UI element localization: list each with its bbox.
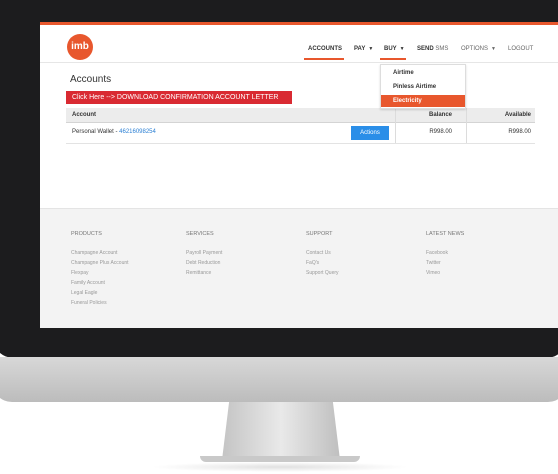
available-value: R998.00	[508, 129, 531, 135]
header-balance: Balance	[428, 112, 452, 118]
nav-logout[interactable]: LOGOUT	[508, 46, 533, 52]
footer-link[interactable]: Payroll Payment	[186, 248, 222, 258]
monitor-stand	[222, 402, 340, 460]
nav-options-label: OPTIONS	[461, 46, 489, 52]
footer-products-title: PRODUCTS	[71, 231, 102, 237]
footer-link[interactable]: Funeral Policies	[71, 298, 129, 308]
footer-support-title: SUPPORT	[306, 231, 333, 237]
footer-products: PRODUCTS Champagne Account Champagne Plu…	[71, 231, 129, 308]
footer-link[interactable]: Legal Eagle	[71, 288, 129, 298]
nav-pay[interactable]: PAY ▼	[354, 46, 373, 52]
nav-accounts-underline	[304, 58, 344, 60]
nav-divider	[40, 62, 558, 63]
footer-link[interactable]: Remittance	[186, 268, 222, 278]
column-divider	[466, 108, 467, 143]
footer-news-title: LATEST NEWS	[426, 231, 465, 237]
account-label: Personal Wallet -	[72, 129, 120, 135]
page-title: Accounts	[70, 74, 112, 85]
header-account: Account	[72, 112, 96, 118]
table-row: Personal Wallet - 46216098254 Actions R9…	[66, 123, 535, 144]
monitor-chin	[0, 357, 558, 402]
table-header: Account Balance Available	[66, 108, 535, 123]
download-letter-button[interactable]: Click Here --> DOWNLOAD CONFIRMATION ACC…	[66, 91, 292, 104]
nav-pay-label: PAY	[354, 46, 366, 52]
footer-services: SERVICES Payroll Payment Debt Reduction …	[186, 231, 222, 278]
footer-link[interactable]: Vimeo	[426, 268, 464, 278]
caret-down-icon: ▼	[399, 46, 405, 52]
buy-dropdown-menu: Airtime Pinless Airtime Electricity	[380, 64, 466, 109]
footer-link[interactable]: Champagne Plus Account	[71, 258, 129, 268]
footer-link[interactable]: Champagne Account	[71, 248, 129, 258]
account-number-link[interactable]: 46216098254	[119, 129, 156, 135]
footer-services-title: SERVICES	[186, 231, 214, 237]
footer-link[interactable]: Facebook	[426, 248, 464, 258]
menu-item-electricity[interactable]: Electricity	[381, 95, 465, 107]
footer-support: SUPPORT Contact Us FaQ's Support Query	[306, 231, 339, 278]
nav-send-label: SEND	[417, 46, 434, 52]
footer: PRODUCTS Champagne Account Champagne Plu…	[40, 208, 558, 328]
monitor-shadow	[150, 462, 410, 472]
footer-link[interactable]: Debt Reduction	[186, 258, 222, 268]
nav-sms-label: SMS	[435, 46, 449, 52]
menu-item-airtime[interactable]: Airtime	[381, 67, 465, 79]
imb-logo[interactable]: imb	[67, 34, 93, 60]
header-available: Available	[504, 112, 531, 118]
screen: imb ACCOUNTS PAY ▼ BUY ▼ SEND SMS OPTIONS ▼…	[40, 22, 558, 328]
footer-link[interactable]: Flexpay	[71, 268, 129, 278]
nav-accounts[interactable]: ACCOUNTS	[308, 46, 342, 52]
nav-buy-underline	[380, 58, 406, 60]
nav-send-sms[interactable]: SEND SMS	[417, 46, 448, 52]
actions-button[interactable]: Actions	[351, 126, 389, 140]
footer-link[interactable]: Twitter	[426, 258, 464, 268]
balance-value: R998.00	[429, 129, 452, 135]
footer-news: LATEST NEWS Facebook Twitter Vimeo	[426, 231, 464, 278]
nav-buy-label: BUY	[384, 46, 397, 52]
footer-link[interactable]: FaQ's	[306, 258, 339, 268]
nav-buy[interactable]: BUY ▼	[384, 46, 405, 52]
accent-bar	[40, 22, 558, 25]
caret-down-icon: ▼	[491, 46, 496, 52]
nav-options[interactable]: OPTIONS ▼	[461, 46, 496, 52]
footer-link[interactable]: Contact Us	[306, 248, 339, 258]
column-divider	[395, 108, 396, 143]
account-name: Personal Wallet - 46216098254	[72, 129, 156, 135]
footer-link[interactable]: Family Account	[71, 278, 129, 288]
menu-item-pinless-airtime[interactable]: Pinless Airtime	[381, 81, 465, 93]
footer-link[interactable]: Support Query	[306, 268, 339, 278]
caret-down-icon: ▼	[368, 46, 374, 52]
